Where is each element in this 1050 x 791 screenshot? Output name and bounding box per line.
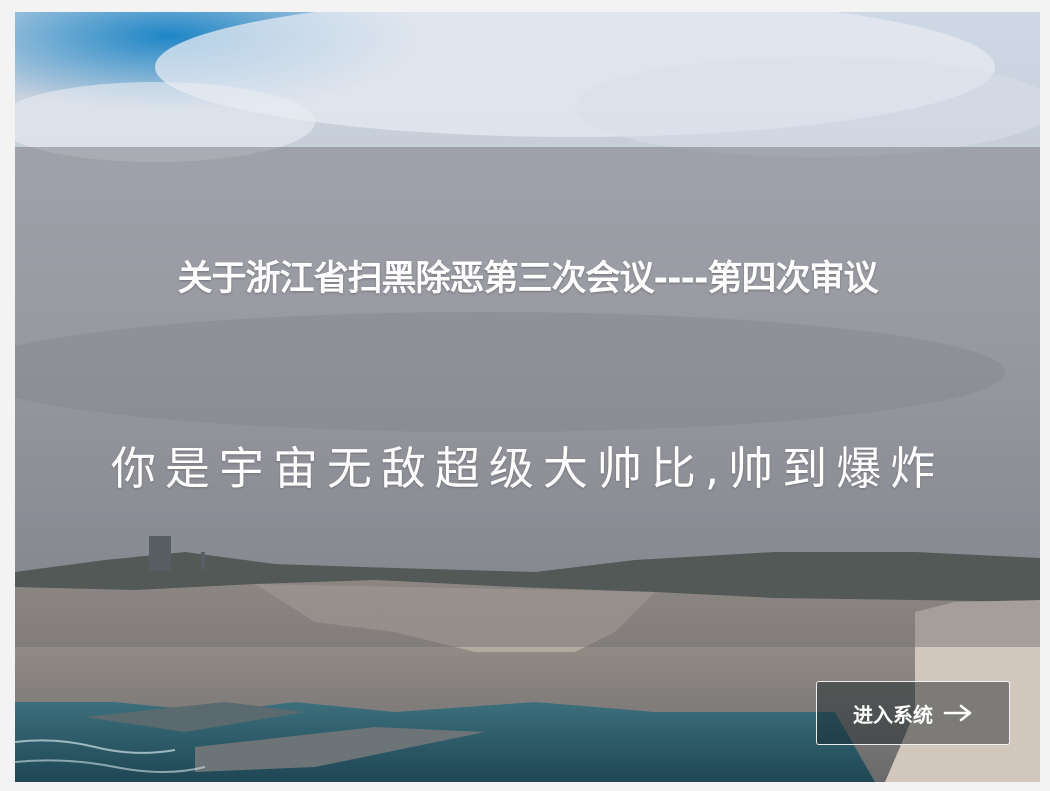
enter-system-label: 进入系统 [853, 702, 933, 727]
translucent-overlay [15, 147, 1040, 647]
login-banner: 关于浙江省扫黑除恶第三次会议----第四次审议 你是宇宙无敌超级大帅比,帅到爆炸… [15, 12, 1040, 782]
arrow-right-icon [943, 704, 972, 722]
slogan-text: 你是宇宙无敌超级大帅比,帅到爆炸 [110, 442, 945, 495]
page-title: 关于浙江省扫黑除恶第三次会议----第四次审议 [177, 259, 878, 299]
enter-system-button[interactable]: 进入系统 [816, 681, 1010, 745]
